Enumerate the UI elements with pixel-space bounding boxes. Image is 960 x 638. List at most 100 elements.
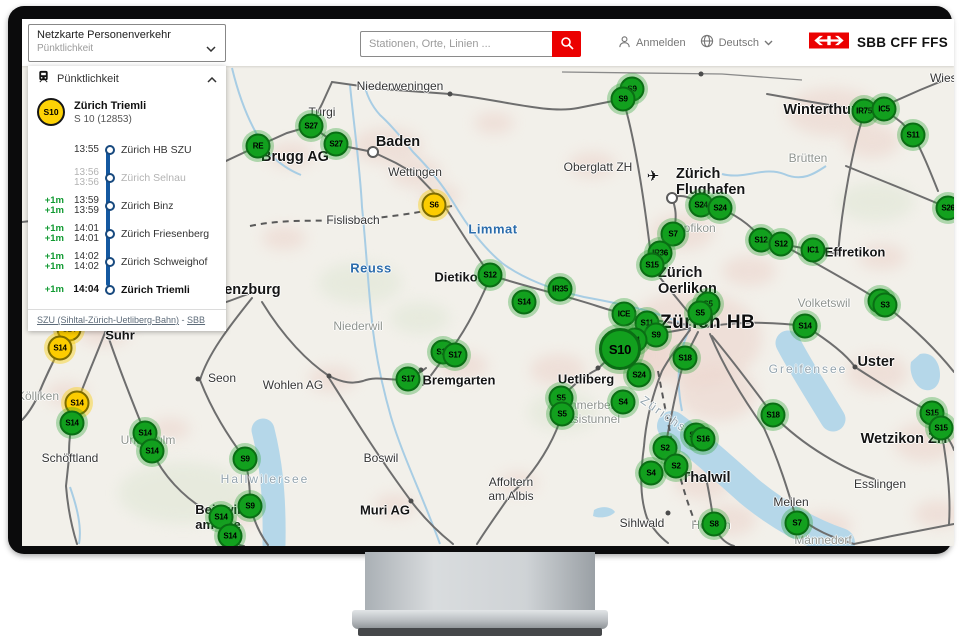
line-badge-s18[interactable]: S18 [673, 346, 698, 371]
line-badge-s14[interactable]: S14 [512, 290, 537, 315]
stop-name: Zürich Triemli [118, 284, 220, 296]
stop-row[interactable]: 13:56 13:56Zürich Selnau [34, 164, 220, 192]
station-marker [699, 72, 704, 77]
train-icon [37, 70, 50, 88]
lake-shape [788, 343, 833, 419]
line-badge-s14[interactable]: S14 [218, 524, 243, 547]
map-label: Esslingen [854, 477, 906, 491]
brand-text: SBB CFF FFS [857, 35, 948, 50]
stop-name: Zürich Friesenberg [118, 228, 220, 240]
map-label: Muri AG [360, 503, 410, 518]
line-badge-s6[interactable]: S6 [422, 193, 447, 218]
line-badge-s10[interactable]: S10 [599, 328, 641, 370]
language-selector[interactable]: Deutsch [700, 34, 773, 51]
timeline-node [102, 201, 118, 211]
river-path [350, 85, 440, 544]
line-badge-s14[interactable]: S14 [48, 336, 73, 361]
sbb-flag-icon [809, 32, 849, 54]
user-icon [618, 35, 631, 51]
line-badge-s5[interactable]: S5 [550, 402, 575, 427]
map-label: Fislisbach [326, 213, 379, 227]
line-badge-s24[interactable]: S24 [708, 196, 733, 221]
login-label: Anmelden [636, 37, 686, 49]
line-badge-s12[interactable]: S12 [769, 232, 794, 257]
train-info: S10 Zürich Triemli S 10 (12853) [28, 91, 226, 132]
stop-row[interactable]: 13:55Zürich HB SZU [34, 136, 220, 164]
stop-time: 14:02 14:02 [64, 252, 102, 273]
map-label: Männedorf [794, 533, 851, 546]
line-badge-s9[interactable]: S9 [611, 87, 636, 112]
line-badge-s17[interactable]: S17 [443, 343, 468, 368]
search-input[interactable] [360, 31, 552, 57]
line-badge-s15[interactable]: S15 [929, 416, 954, 441]
line-badge-s18[interactable]: S18 [761, 403, 786, 428]
panel-header[interactable]: Pünktlichkeit [28, 66, 226, 91]
line-badge-s4[interactable]: S4 [639, 461, 664, 486]
line-badge-s4[interactable]: S4 [611, 390, 636, 415]
timeline-node [102, 257, 118, 267]
chevron-up-icon[interactable] [207, 70, 217, 88]
line-badge-s3[interactable]: S3 [873, 293, 898, 318]
stop-row[interactable]: +1m +1m13:59 13:59Zürich Binz [34, 192, 220, 220]
line-badge-s9[interactable]: S9 [644, 323, 669, 348]
search-button[interactable] [552, 31, 581, 57]
map-label: Uster [857, 354, 894, 370]
stop-name: Zürich Schweighof [118, 256, 220, 268]
language-label: Deutsch [719, 37, 759, 49]
line-badge-s14[interactable]: S14 [140, 439, 165, 464]
stop-row[interactable]: +1m +1m14:01 14:01Zürich Friesenberg [34, 220, 220, 248]
map-label: Volketswil [798, 296, 851, 310]
station-marker [196, 377, 201, 382]
stop-delay: +1m [34, 285, 64, 295]
railway-line [423, 278, 490, 385]
timeline-node [102, 229, 118, 239]
monitor-stand-base [352, 610, 608, 629]
map-label: Sihlwald [620, 516, 665, 530]
map-label: Kölliken [22, 389, 59, 403]
line-badge-s11[interactable]: S11 [901, 123, 926, 148]
line-badge-s8[interactable]: S8 [702, 512, 727, 537]
sbb-link[interactable]: SBB [187, 315, 205, 325]
map-label: Greifensee [769, 362, 848, 376]
timeline-node [102, 285, 118, 295]
timeline-node [102, 145, 118, 155]
line-badge-ice[interactable]: ICE [612, 302, 637, 327]
line-badge-s9[interactable]: S9 [233, 447, 258, 472]
map-label: Brütten [789, 151, 828, 165]
operator-link[interactable]: SZU (Sihltal-Zürich-Uetliberg-Bahn) [37, 315, 179, 325]
stop-time: 14:01 14:01 [64, 224, 102, 245]
map-label: Schöftland [42, 451, 99, 465]
line-badge-ic5[interactable]: IC5 [872, 97, 897, 122]
line-badge-re[interactable]: RE [246, 134, 271, 159]
line-badge-s17[interactable]: S17 [396, 367, 421, 392]
line-badge-s15[interactable]: S15 [640, 253, 665, 278]
stop-row[interactable]: +1m +1m14:02 14:02Zürich Schweighof [34, 248, 220, 276]
sbb-logo[interactable]: SBB CFF FFS [809, 32, 948, 54]
line-badge-ic1[interactable]: IC1 [801, 238, 826, 263]
layer-dropdown[interactable]: Netzkarte Personenverkehr Pünktlichkeit [28, 24, 226, 62]
line-badge-s12[interactable]: S12 [478, 263, 503, 288]
line-badge-ir35[interactable]: IR35 [548, 277, 573, 302]
screen: NiederweningenTurgiBadenBrugg AGWettinge… [22, 19, 954, 546]
line-badge-s16[interactable]: S16 [691, 427, 716, 452]
line-badge-s5[interactable]: S5 [688, 301, 713, 326]
line-badge-s14[interactable]: S14 [793, 314, 818, 339]
stop-time: 13:56 13:56 [64, 168, 102, 189]
map-label: Meilen [773, 495, 808, 509]
layer-dropdown-subtitle: Pünktlichkeit [37, 43, 217, 54]
stop-name: Zürich HB SZU [118, 144, 220, 156]
line-badge-s27[interactable]: S27 [324, 132, 349, 157]
line-badge-s27[interactable]: S27 [299, 114, 324, 139]
airplane-icon: ✈ [647, 167, 660, 185]
map-label: Winterthur [783, 102, 856, 118]
line-badge-s9[interactable]: S9 [238, 494, 263, 519]
map-label: Baden [376, 134, 420, 150]
line-badge-s2[interactable]: S2 [664, 454, 689, 479]
railway-line [66, 330, 106, 544]
stop-row[interactable]: +1m14:04Zürich Triemli [34, 276, 220, 304]
line-badge-s26[interactable]: S26 [936, 196, 955, 221]
login-link[interactable]: Anmelden [618, 35, 686, 51]
line-badge-s14[interactable]: S14 [60, 411, 85, 436]
map-label: Wiesendangen [930, 71, 954, 85]
line-badge-s7[interactable]: S7 [785, 511, 810, 536]
